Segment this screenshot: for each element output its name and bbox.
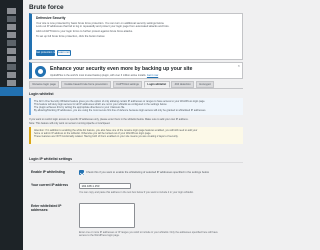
current-ip-label: Your current IP address — [31, 183, 69, 187]
warning-text: These features are NOT functionally rela… — [34, 135, 179, 139]
tab-honeypot[interactable]: Honeypot — [195, 81, 215, 88]
close-icon[interactable]: × — [238, 64, 240, 68]
enable-whitelist-description: Check this if you want to enable the whi… — [86, 170, 209, 174]
tab-login-whitelist[interactable]: Login whitelist — [143, 81, 170, 88]
info-text: By allowing/blocking IP addresses, you a… — [34, 109, 207, 113]
backup-promo-banner: Enhance your security even more by backi… — [29, 62, 243, 79]
info-box: The All In One Security Whitelist featur… — [29, 98, 243, 115]
whitelisted-ip-label-cont: addresses: — [31, 208, 49, 212]
comments-icon[interactable] — [7, 40, 16, 46]
appearance-icon[interactable] — [7, 48, 16, 54]
notice-text: Add reCAPTCHA to your login forms to fur… — [36, 30, 133, 34]
settings-tabs: Rename login page Cookie based brute for… — [29, 81, 215, 88]
promo-get-it-link[interactable]: Get it now — [147, 74, 158, 77]
tab-cookie-brute-force[interactable]: Cookie based brute force prevention — [60, 81, 112, 88]
admin-sidebar — [0, 0, 23, 250]
users-icon[interactable] — [7, 64, 16, 70]
current-ip-help: You can copy and paste this address in t… — [79, 191, 194, 194]
pages-icon[interactable] — [7, 32, 16, 38]
learn-more-button[interactable]: Learn more — [57, 50, 71, 56]
whitelisted-ip-help-line: access to the WordPress login page. — [79, 234, 120, 238]
notice-buttons: Get protection now Learn more — [36, 50, 71, 56]
section-heading: Login whitelist — [29, 92, 54, 96]
main-content: Brute force Defensive Security Your site… — [23, 0, 250, 250]
tab-divider — [29, 88, 243, 89]
tab-404-detection[interactable]: 404 detection — [171, 81, 195, 88]
current-ip-field[interactable]: 192.168.1.153 — [79, 183, 131, 189]
dashboard-icon[interactable] — [7, 8, 16, 14]
updraftplus-logo-icon — [35, 66, 46, 77]
description-text: Note: This feature will only work on ser… — [29, 121, 111, 125]
settings-heading: Login IP whitelist settings — [29, 157, 73, 161]
security-icon[interactable] — [0, 86, 23, 96]
tab-captcha-settings[interactable]: CAPTCHA settings — [112, 81, 143, 88]
page-title: Brute force — [29, 4, 64, 11]
promo-subtext: UpdraftPlus is the world's most trusted … — [50, 74, 158, 77]
warning-box: Attention: If in addition to enabling th… — [29, 127, 243, 144]
security-notice: Defensive Security Your site is now prot… — [29, 13, 243, 60]
tools-icon[interactable] — [7, 72, 16, 78]
notice-text: To set up full brute force protection, c… — [36, 35, 106, 39]
whitelisted-ip-help: Enter one or more IP addresses or IP ran… — [79, 231, 243, 238]
notice-text: Lock out IP addresses that fail to log i… — [36, 25, 170, 29]
notice-title: Defensive Security — [36, 16, 66, 20]
tab-rename-login-page[interactable]: Rename login page — [29, 81, 60, 88]
plugins-icon[interactable] — [7, 56, 16, 62]
get-protection-button[interactable]: Get protection now — [36, 50, 55, 56]
promo-heading: Enhance your security even more by backi… — [50, 65, 193, 72]
whitelisted-ip-textarea[interactable] — [79, 203, 135, 228]
enable-whitelist-label: Enable IP whitelisting — [31, 170, 65, 174]
posts-icon[interactable] — [7, 16, 16, 22]
settings-icon[interactable] — [7, 80, 16, 86]
enable-whitelist-checkbox[interactable] — [79, 170, 84, 175]
media-icon[interactable] — [7, 24, 16, 30]
promo-subtext-body: UpdraftPlus is the world's most trusted … — [50, 73, 147, 77]
settings-divider — [29, 162, 243, 163]
